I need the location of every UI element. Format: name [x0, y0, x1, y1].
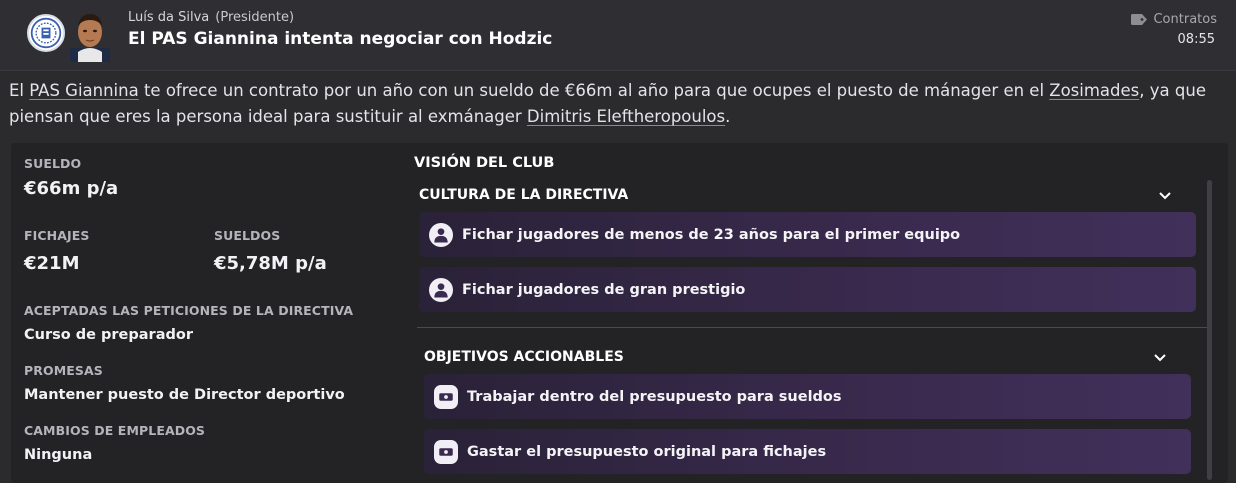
person-icon	[429, 277, 453, 302]
sender-line: Luís da Silva (Presidente)	[128, 10, 294, 25]
salary-value: €66m p/a	[24, 178, 119, 199]
salary-label: SUELDO	[24, 156, 82, 171]
sender-role: (Presidente)	[215, 10, 295, 25]
message-time: 08:55	[1177, 32, 1215, 47]
message-text-0: El	[9, 81, 30, 100]
objective-item[interactable]: Gastar el presupuesto original para fich…	[424, 429, 1191, 474]
link-club-zosimades[interactable]: Zosimades	[1049, 81, 1139, 100]
culture-item-label: Fichar jugadores de gran prestigio	[462, 281, 746, 298]
message-text-3: .	[725, 107, 731, 126]
club-vision-title: VISIÓN DEL CLUB	[414, 155, 555, 171]
culture-item[interactable]: Fichar jugadores de menos de 23 años par…	[419, 212, 1196, 257]
board-requests-value: Curso de preparador	[24, 327, 193, 343]
actionable-objectives-title[interactable]: OBJETIVOS ACCIONABLES	[424, 349, 624, 365]
culture-item[interactable]: Fichar jugadores de gran prestigio	[419, 267, 1196, 312]
chevron-down-icon[interactable]	[1153, 353, 1167, 363]
message-text-1: te ofrece un contrato por un año con un …	[138, 81, 1050, 100]
tag-icon	[1131, 14, 1148, 25]
staff-changes-value: Ninguna	[24, 447, 93, 463]
club-crest-icon[interactable]	[27, 14, 65, 52]
sender-name[interactable]: Luís da Silva	[128, 10, 209, 25]
wages-value: €5,78M p/a	[214, 253, 327, 274]
message-category[interactable]: Contratos	[1131, 12, 1217, 27]
promises-value: Mantener puesto de Director deportivo	[24, 387, 345, 403]
transfers-label: FICHAJES	[24, 228, 90, 243]
promises-label: PROMESAS	[24, 363, 103, 378]
culture-item-label: Fichar jugadores de menos de 23 años par…	[462, 226, 961, 243]
link-ex-manager[interactable]: Dimitris Eleftheropoulos	[527, 107, 725, 126]
money-icon	[434, 384, 458, 409]
board-culture-title[interactable]: CULTURA DE LA DIRECTIVA	[419, 187, 628, 203]
wages-label: SUELDOS	[214, 228, 281, 243]
staff-changes-label: CAMBIOS DE EMPLEADOS	[24, 423, 206, 438]
objective-item-label: Gastar el presupuesto original para fich…	[467, 443, 827, 460]
message-header: Luís da Silva (Presidente) El PAS Giannin…	[0, 0, 1236, 71]
category-label: Contratos	[1153, 12, 1217, 27]
vision-scrollbar[interactable]	[1207, 180, 1212, 480]
president-avatar[interactable]	[70, 8, 110, 62]
objective-item[interactable]: Trabajar dentro del presupuesto para sue…	[424, 374, 1191, 419]
person-icon	[429, 222, 453, 247]
chevron-down-icon[interactable]	[1158, 191, 1172, 201]
offer-panel: SUELDO €66m p/a FICHAJES €21M SUELDOS €5…	[11, 143, 1228, 483]
money-icon	[434, 439, 458, 464]
objective-item-label: Trabajar dentro del presupuesto para sue…	[467, 388, 842, 405]
link-club-pas-giannina[interactable]: PAS Giannina	[29, 81, 138, 100]
message-body: El PAS Giannina te ofrece un contrato po…	[9, 78, 1231, 130]
transfers-value: €21M	[24, 253, 80, 274]
message-subject: El PAS Giannina intenta negociar con Hod…	[128, 29, 553, 49]
board-requests-label: ACEPTADAS LAS PETICIONES DE LA DIRECTIVA	[24, 303, 354, 318]
section-divider	[417, 327, 1211, 328]
